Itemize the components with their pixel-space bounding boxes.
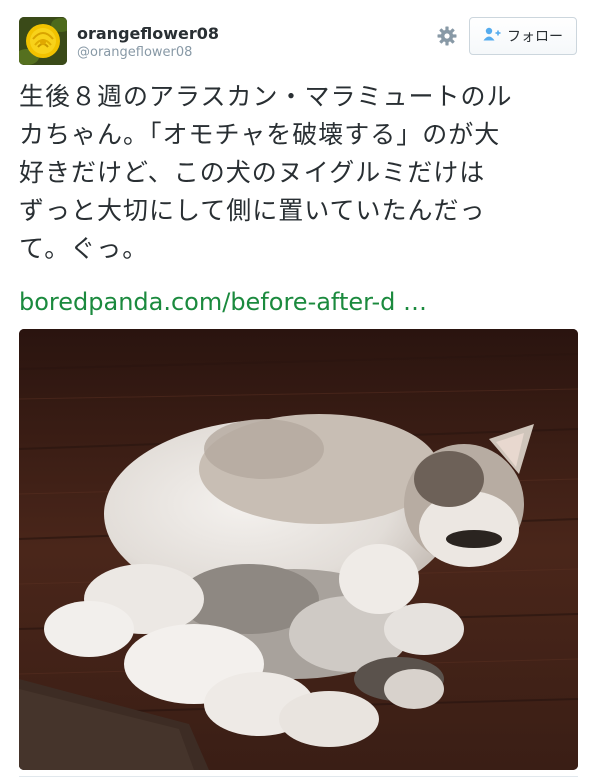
follow-label: フォロー bbox=[507, 29, 563, 45]
gear-icon[interactable] bbox=[436, 25, 458, 47]
user-handle[interactable]: @orangeflower08 bbox=[77, 44, 219, 62]
user-names: orangeflower08 @orangeflower08 bbox=[77, 24, 219, 62]
tweet-header: orangeflower08 @orangeflower08 フォロー bbox=[0, 0, 594, 72]
tweet-text: 生後８週のアラスカン・マラミュートのル カちゃん。「オモチャを破壊する」のが大 … bbox=[19, 82, 513, 263]
person-add-icon bbox=[483, 27, 501, 45]
display-name[interactable]: orangeflower08 bbox=[77, 24, 219, 44]
follow-button[interactable]: フォロー bbox=[469, 17, 577, 55]
tweet-link[interactable]: boredpanda.com/before-after-d … bbox=[19, 286, 427, 318]
tweet-photo[interactable] bbox=[19, 329, 578, 770]
avatar[interactable] bbox=[19, 17, 67, 65]
bottom-divider bbox=[19, 776, 578, 777]
